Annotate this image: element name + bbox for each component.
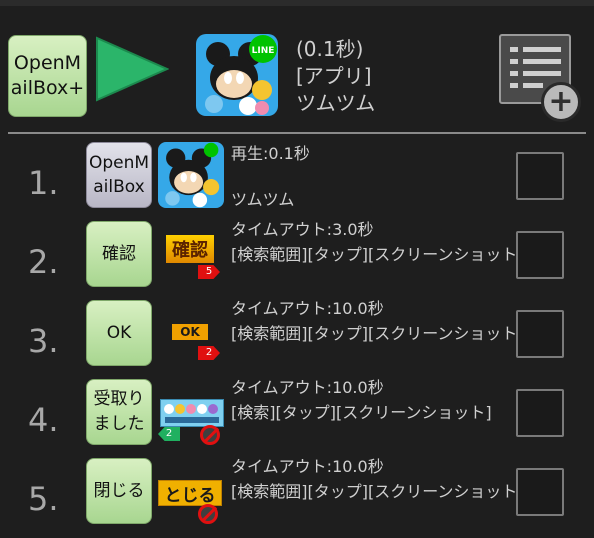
header-time: (0.1秒) [296,37,364,61]
row-line1: 再生:0.1秒 [231,144,310,163]
arrow-tag-icon: 5 [198,265,220,279]
target-image-thumbnail: 確認 [166,235,214,263]
target-image-thumbnail: OK [172,324,208,340]
header-info: (0.1秒) [アプリ] ツムツム [296,36,375,117]
target-image-thumbnail: とじる [158,480,222,506]
row-line1: タイムアウト:3.0秒 [231,220,374,239]
row-line2: [検索範囲][タップ][スクリーンショット] [231,482,524,501]
row-checkbox[interactable] [516,389,564,437]
row-line1: タイムアウト:10.0秒 [231,457,384,476]
row-checkbox[interactable] [516,468,564,516]
row-line2: [検索範囲][タップ][スクリーンショット] [231,245,524,264]
divider [8,132,586,134]
row-line2: [検索範囲][タップ][スクリーンショット] [231,324,524,343]
list-item: 3. OK OK 2 タイムアウト:10.0秒 [検索範囲][タップ][スクリー… [0,299,594,380]
header: OpenM ailBox+ LINE (0.1秒) [アプリ] ツムツム + [0,6,594,130]
row-number: 2. [28,243,59,281]
row-line2: ツムツム [231,190,295,209]
row-action-button[interactable]: OpenM ailBox [86,142,152,208]
target-image-thumbnail [160,399,224,427]
plus-icon[interactable]: + [541,82,581,122]
row-action-button[interactable]: OK [86,300,152,366]
arrow-tag-icon: 2 [198,346,220,360]
tsum-tsum-app-icon [158,142,224,208]
row-checkbox[interactable] [516,310,564,358]
header-type: [アプリ] [296,64,372,88]
no-entry-icon [200,425,220,445]
list-item: 1. OpenM ailBox 再生:0.1秒 ツムツム [0,142,594,222]
row-action-button[interactable]: 閉じる [86,458,152,524]
row-action-button[interactable]: 確認 [86,221,152,287]
row-checkbox[interactable] [516,152,564,200]
row-line2: [検索][タップ][スクリーンショット] [231,403,492,422]
row-action-button[interactable]: 受取り ました [86,379,152,445]
no-entry-icon [198,504,218,524]
row-number: 3. [28,322,59,360]
openmailbox-plus-button[interactable]: OpenM ailBox+ [8,35,87,117]
play-icon[interactable] [95,36,169,102]
row-line1: タイムアウト:10.0秒 [231,299,384,318]
row-number: 4. [28,401,59,439]
row-number: 1. [28,164,59,202]
list-item: 5. 閉じる とじる タイムアウト:10.0秒 [検索範囲][タップ][スクリー… [0,457,594,538]
header-app-name: ツムツム [296,91,376,115]
arrow-tag-icon: 2 [158,427,180,441]
svg-text:LINE: LINE [252,46,275,56]
line-badge-icon: LINE [249,35,277,63]
row-line1: タイムアウト:10.0秒 [231,378,384,397]
list-item: 4. 受取り ました 2 タイムアウト:10.0秒 [検索][タップ][スクリー… [0,378,594,459]
row-number: 5. [28,480,59,518]
row-checkbox[interactable] [516,231,564,279]
list-item: 2. 確認 確認 5 タイムアウト:3.0秒 [検索範囲][タップ][スクリーン… [0,220,594,301]
